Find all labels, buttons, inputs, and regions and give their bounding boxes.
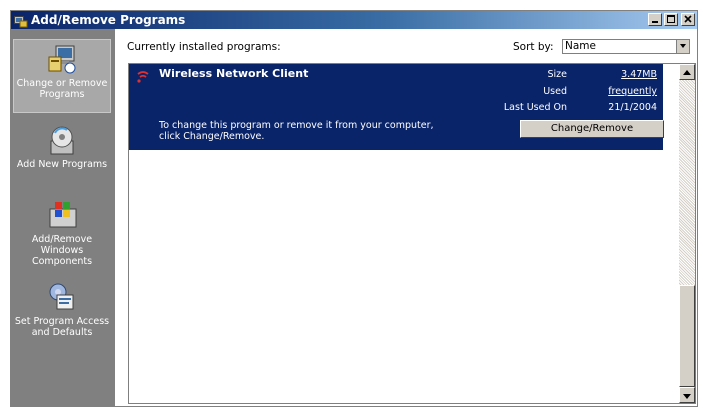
add-remove-programs-icon <box>14 13 28 28</box>
sidebar-item-add-new[interactable]: Add New Programs <box>13 124 111 170</box>
sort-by-select[interactable]: Name <box>562 39 690 54</box>
scroll-track[interactable] <box>679 80 695 285</box>
chevron-down-icon[interactable] <box>676 40 689 53</box>
programs-list[interactable]: Wireless Network Client Size 3.47MB Used… <box>128 63 696 404</box>
add-remove-programs-window: Add/Remove Programs Change or Remove Pro… <box>10 10 698 407</box>
title-bar[interactable]: Add/Remove Programs <box>11 11 697 29</box>
size-value[interactable]: 3.47MB <box>621 69 657 80</box>
sidebar-item-label: Set Program Access and Defaults <box>14 316 110 338</box>
last-used-label: Last Used On <box>503 102 567 113</box>
scroll-up-button[interactable] <box>679 64 695 80</box>
task-sidebar: Change or Remove Programs Add New Progra… <box>11 29 115 406</box>
scroll-down-button[interactable] <box>679 387 695 403</box>
windows-components-icon <box>45 199 79 231</box>
program-access-defaults-icon <box>45 281 79 313</box>
sidebar-item-label: Add New Programs <box>16 159 108 170</box>
sidebar-item-label: Change or Remove Programs <box>16 78 108 100</box>
sidebar-item-change-remove[interactable]: Change or Remove Programs <box>13 39 111 113</box>
change-remove-button[interactable]: Change/Remove <box>520 120 664 138</box>
sidebar-item-label: Add/Remove Windows Components <box>31 234 93 267</box>
change-remove-programs-icon <box>45 43 79 75</box>
program-description: To change this program or remove it from… <box>159 120 434 142</box>
vertical-scrollbar[interactable] <box>679 64 695 403</box>
add-new-programs-icon <box>45 124 79 156</box>
used-value[interactable]: frequently <box>608 86 657 97</box>
sidebar-item-windows-components[interactable]: Add/Remove Windows Components <box>13 199 111 267</box>
window-title: Add/Remove Programs <box>31 13 186 27</box>
sort-by-value: Name <box>565 40 596 52</box>
wireless-network-icon <box>136 68 150 83</box>
list-item[interactable]: Wireless Network Client Size 3.47MB Used… <box>129 64 664 150</box>
sidebar-item-program-access[interactable]: Set Program Access and Defaults <box>13 281 111 338</box>
used-label: Used <box>543 86 567 97</box>
maximize-button[interactable] <box>664 13 678 26</box>
main-panel: Currently installed programs: Sort by: N… <box>115 29 697 406</box>
installed-programs-label: Currently installed programs: <box>127 41 281 53</box>
minimize-button[interactable] <box>648 13 662 26</box>
scroll-thumb[interactable] <box>679 285 695 387</box>
close-button[interactable] <box>681 13 695 26</box>
last-used-value: 21/1/2004 <box>608 102 657 113</box>
sort-by-label: Sort by: <box>513 41 554 53</box>
program-name: Wireless Network Client <box>159 67 309 80</box>
chevron-down-icon <box>683 394 691 399</box>
size-label: Size <box>547 69 567 80</box>
chevron-up-icon <box>683 70 691 75</box>
